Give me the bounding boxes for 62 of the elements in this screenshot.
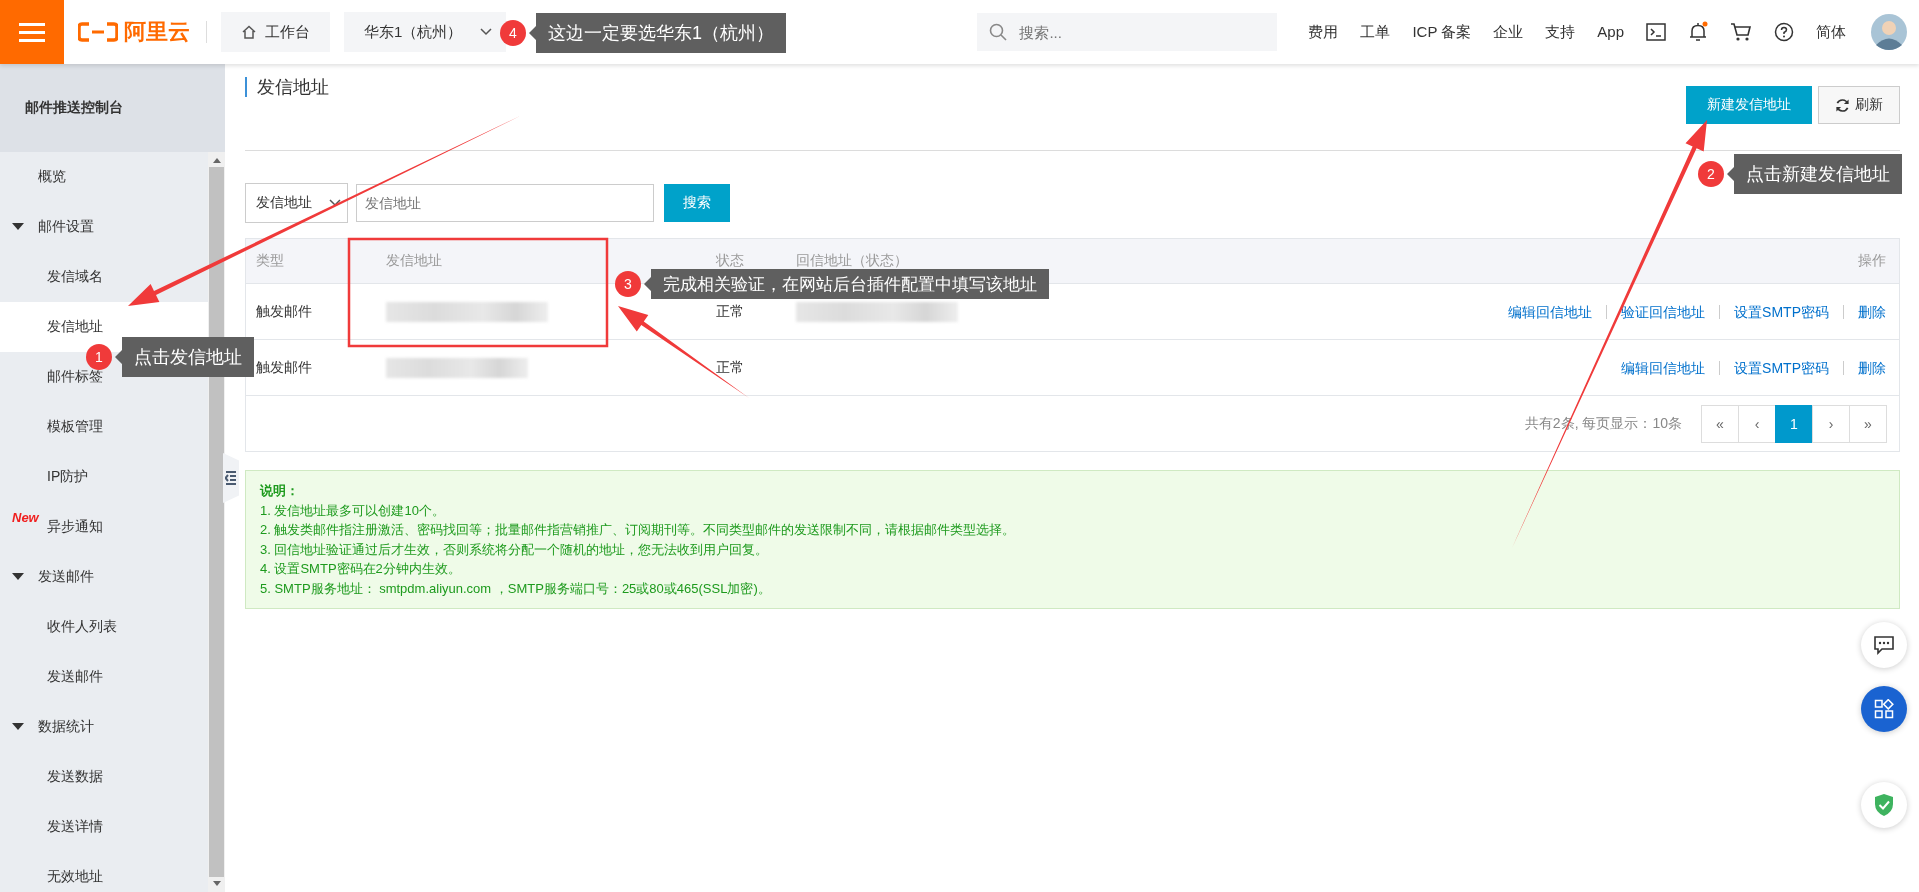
search-field[interactable]: 搜索... — [977, 13, 1278, 51]
sidebar-item[interactable]: 模板管理 — [47, 418, 103, 436]
sidebar-item[interactable]: 发送数据 — [47, 768, 103, 786]
nav-link[interactable]: 费用 — [1297, 22, 1350, 42]
note-line: 4. 设置SMTP密码在2分钟内生效。 — [260, 560, 462, 578]
table-cell-text: 正常 — [716, 302, 745, 321]
sidebar-item[interactable]: 异步通知 — [47, 518, 103, 536]
sidebar-item[interactable]: 发送详情 — [47, 818, 103, 836]
sidebar-item[interactable]: 发信域名 — [47, 268, 103, 286]
page-button[interactable]: » — [1849, 404, 1887, 443]
nav-link[interactable]: 工单 — [1349, 22, 1402, 42]
column-header: 类型 — [255, 252, 285, 270]
table-cell-text: 触发邮件 — [255, 358, 313, 377]
column-header: 状态 — [716, 252, 745, 270]
sidebar-group[interactable]: 邮件设置 — [0, 202, 208, 252]
table-cell-text: 触发邮件 — [255, 302, 313, 321]
column-header: 回信地址（状态） — [796, 252, 909, 270]
column-header: 发信地址 — [385, 252, 443, 270]
address-input[interactable]: 发信地址 — [356, 184, 654, 222]
nav-link[interactable]: 企业 — [1482, 22, 1535, 42]
note-line: 1. 发信地址最多可以创建10个。 — [260, 501, 446, 520]
callout-tooltip: 点击新建发信地址 — [1727, 154, 1902, 194]
column-header: 操作 — [1857, 252, 1887, 270]
note-line: 2. 触发类邮件指注册激活、密码找回等；批量邮件指营销推广、订阅期刊等。不同类型邮件的发送限制不同，请根据邮件类型选择。 — [260, 521, 1017, 539]
action-link[interactable]: 删除 — [1843, 304, 1886, 319]
language-link[interactable]: 简体 — [1805, 22, 1857, 42]
workbench-button[interactable]: 工作台 — [221, 12, 330, 52]
sidebar-title: 邮件推送控制台 — [25, 99, 123, 117]
page-button[interactable]: ‹ — [1738, 404, 1776, 443]
page-title: 发信地址 — [245, 77, 329, 97]
nav-link[interactable]: ICP 备案 — [1401, 22, 1483, 42]
notes-title: 说明： — [260, 482, 300, 500]
step-badge: 2 — [1698, 161, 1724, 187]
note-line: 3. 回信地址验证通过后才生效，否则系统将分配一个随机的地址，您无法收到用户回复。 — [260, 540, 770, 559]
note-line: 5. SMTP服务地址： smtpdm.aliyun.com ，SMTP服务端口号：25或80或465(SSL加密)。 — [260, 579, 772, 598]
sidebar-item[interactable]: 收件人列表 — [47, 618, 117, 636]
page-button[interactable]: › — [1812, 404, 1850, 443]
step-badge: 3 — [615, 271, 641, 297]
action-link[interactable]: 设置SMTP密码 — [1719, 304, 1843, 319]
sidebar-group[interactable]: 数据统计 — [0, 702, 208, 752]
callout-tooltip: 点击发信地址 — [115, 337, 254, 377]
sidebar-item[interactable]: 发信地址 — [47, 318, 103, 336]
region-dropdown[interactable]: 华东1（杭州） — [344, 12, 507, 52]
nav-link[interactable]: App — [1586, 22, 1635, 42]
sidebar-item[interactable]: 发送邮件 — [47, 668, 103, 686]
refresh-button[interactable]: 刷新 — [1818, 86, 1900, 124]
action-link[interactable]: 编辑回信地址 — [1607, 360, 1720, 375]
sidebar-item[interactable]: 无效地址 — [47, 868, 103, 886]
action-link[interactable]: 设置SMTP密码 — [1719, 360, 1843, 375]
page-button[interactable]: « — [1701, 404, 1739, 443]
sidebar-item[interactable]: 概览 — [0, 152, 208, 202]
new-label: New — [12, 510, 39, 525]
action-link[interactable]: 删除 — [1843, 360, 1886, 375]
callout-tooltip: 完成相关验证，在网站后台插件配置中填写该地址 — [644, 269, 1049, 299]
sidebar-item[interactable]: IP防护 — [47, 468, 89, 486]
nav-link[interactable]: 支持 — [1534, 22, 1587, 42]
action-link[interactable]: 编辑回信地址 — [1494, 304, 1607, 319]
sidebar-item[interactable]: 邮件标签 — [47, 368, 103, 386]
callout-tooltip: 这边一定要选华东1（杭州） — [529, 13, 786, 53]
filter-dropdown[interactable]: 发信地址 — [245, 183, 348, 223]
sidebar-group[interactable]: 发送邮件 — [0, 552, 208, 602]
table-cell-text: 正常 — [716, 358, 745, 377]
